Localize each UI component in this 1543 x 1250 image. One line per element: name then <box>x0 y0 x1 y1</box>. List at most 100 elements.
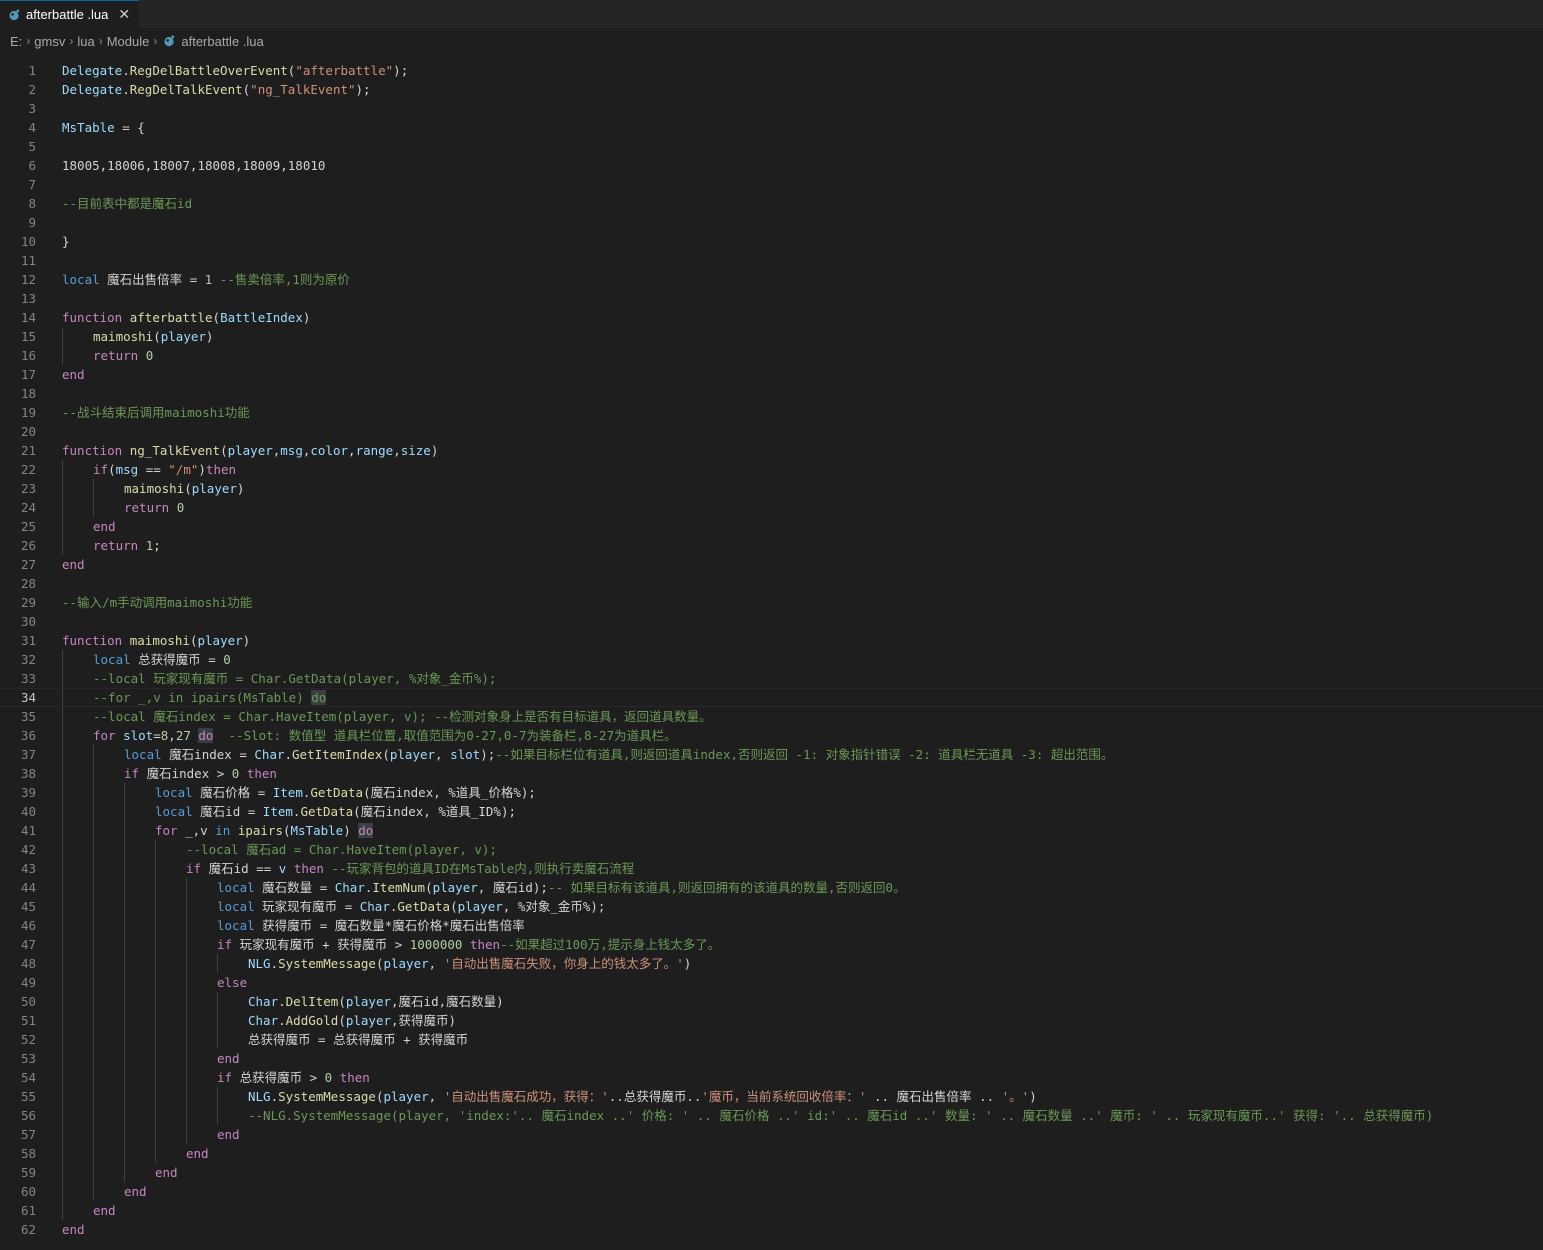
code-line[interactable]: 6 18005,18006,18007,18008,18009,18010 <box>0 156 1543 175</box>
code-line[interactable]: 16 return 0 <box>0 346 1543 365</box>
line-number: 37 <box>20 747 36 762</box>
code-line[interactable]: 46 local 获得魔币 = 魔石数量*魔石价格*魔石出售倍率 <box>0 916 1543 935</box>
code-line[interactable]: 57 end <box>0 1125 1543 1144</box>
code-line[interactable]: 3 <box>0 99 1543 118</box>
close-icon[interactable]: ✕ <box>118 6 130 23</box>
code-line[interactable]: 58 end <box>0 1144 1543 1163</box>
line-number: 55 <box>20 1089 36 1104</box>
code-line[interactable]: 7 <box>0 175 1543 194</box>
code-line[interactable]: 37 local 魔石index = Char.GetItemIndex(play… <box>0 745 1543 764</box>
code-line[interactable]: 30 <box>0 612 1543 631</box>
code-line[interactable]: 11 <box>0 251 1543 270</box>
code-line[interactable]: 55 NLG.SystemMessage(player, '自动出售魔石成功，获得… <box>0 1087 1543 1106</box>
code-line[interactable]: 12 local 魔石出售倍率 = 1 --售卖倍率,1则为原价 <box>0 270 1543 289</box>
code-line[interactable]: 50 Char.DelItem(player,魔石id,魔石数量) <box>0 992 1543 1011</box>
code-line[interactable]: 41 for _,v in ipairs(MsTable) do <box>0 821 1543 840</box>
code-line[interactable]: 60 end <box>0 1182 1543 1201</box>
code-line[interactable]: 56 --NLG.SystemMessage(player, 'index:'..… <box>0 1106 1543 1125</box>
code-line[interactable]: 5 <box>0 137 1543 156</box>
code-token: player <box>227 443 273 458</box>
code-line[interactable]: 36 for slot=8,27 do --Slot: 数值型 道具栏位置,取值范… <box>0 726 1543 745</box>
code-line[interactable]: 51 Char.AddGold(player,获得魔币) <box>0 1011 1543 1030</box>
code-line[interactable]: 20 <box>0 422 1543 441</box>
code-line[interactable]: 35 --local 魔石index = Char.HaveItem(player… <box>0 707 1543 726</box>
code-line[interactable]: 33 --local 玩家现有魔币 = Char.GetData(player, … <box>0 669 1543 688</box>
code-editor[interactable]: 1 Delegate.RegDelBattleOverEvent("afterba… <box>0 52 1543 1250</box>
code-line[interactable]: 1 Delegate.RegDelBattleOverEvent("afterba… <box>0 61 1543 80</box>
code-line[interactable]: 10} <box>0 232 1543 251</box>
code-text: NLG.SystemMessage(player, '自动出售魔石成功，获得：'… <box>248 1087 1037 1106</box>
code-line[interactable]: 31 function maimoshi(player) <box>0 631 1543 650</box>
code-token: ( <box>108 462 116 477</box>
code-token: AddGold <box>285 1013 339 1028</box>
code-token: ) <box>343 823 359 838</box>
code-line[interactable]: 62 end <box>0 1220 1543 1239</box>
code-line[interactable]: 22 if(msg == "/m")then <box>0 460 1543 479</box>
code-line[interactable]: 34 --for _,v in ipairs(MsTable) do <box>0 688 1543 707</box>
line-number: 57 <box>20 1127 36 1142</box>
code-line[interactable]: 25 end <box>0 517 1543 536</box>
code-line[interactable]: 53 end <box>0 1049 1543 1068</box>
tab-afterbattle[interactable]: afterbattle .lua ✕ <box>0 0 139 28</box>
code-line[interactable]: 61 end <box>0 1201 1543 1220</box>
line-number: 33 <box>20 671 36 686</box>
breadcrumb-item-drive[interactable]: E: <box>10 34 22 49</box>
code-line[interactable]: 19 --战斗结束后调用maimoshi功能 <box>0 403 1543 422</box>
code-line[interactable]: 39 local 魔石价格 = Item.GetData(魔石index, %道具… <box>0 783 1543 802</box>
code-line[interactable]: 28 <box>0 574 1543 593</box>
code-line[interactable]: 40 local 魔石id = Item.GetData(魔石index, %道具… <box>0 802 1543 821</box>
code-text: end <box>217 1125 240 1144</box>
code-token: 魔石index <box>169 747 232 762</box>
code-line[interactable]: 13 <box>0 289 1543 308</box>
code-text: 18005,18006,18007,18008,18009,18010 <box>62 156 325 175</box>
code-line[interactable]: 27 end <box>0 555 1543 574</box>
code-line[interactable]: 48 NLG.SystemMessage(player, '自动出售魔石失败，你身… <box>0 954 1543 973</box>
code-line[interactable]: 26 return 1; <box>0 536 1543 555</box>
code-token: do <box>311 690 327 705</box>
code-line[interactable]: 45 local 玩家现有魔币 = Char.GetData(player, %对… <box>0 897 1543 916</box>
code-line[interactable]: 15 maimoshi(player) <box>0 327 1543 346</box>
code-token: ,获得魔币) <box>391 1013 457 1028</box>
code-line[interactable]: 32 local 总获得魔币 = 0 <box>0 650 1543 669</box>
code-line[interactable]: 21 function ng_TalkEvent(player,msg,color… <box>0 441 1543 460</box>
code-line[interactable]: 49 else <box>0 973 1543 992</box>
line-number: 52 <box>20 1032 36 1047</box>
code-token: } <box>62 234 70 249</box>
code-line[interactable]: 4 MsTable = { <box>0 118 1543 137</box>
code-line[interactable]: 47 if 玩家现有魔币 + 获得魔币 > 1000000 then--如果超过1… <box>0 935 1543 954</box>
line-number: 39 <box>20 785 36 800</box>
code-line[interactable]: 18 <box>0 384 1543 403</box>
code-line[interactable]: 38 if 魔石index > 0 then <box>0 764 1543 783</box>
code-line[interactable]: 54 if 总获得魔币 > 0 then <box>0 1068 1543 1087</box>
code-token: then <box>339 1070 370 1085</box>
code-line[interactable]: 43 if 魔石id == v then --玩家背包的道具ID在MsTable内… <box>0 859 1543 878</box>
code-token: GetData <box>300 804 354 819</box>
breadcrumb-item-file[interactable]: afterbattle .lua <box>181 34 263 49</box>
code-line[interactable]: 2 Delegate.RegDelTalkEvent("ng_TalkEvent"… <box>0 80 1543 99</box>
code-line[interactable]: 52 总获得魔币 = 总获得魔币 + 获得魔币 <box>0 1030 1543 1049</box>
code-line[interactable]: 44 local 魔石数量 = Char.ItemNum(player, 魔石id… <box>0 878 1543 897</box>
code-line[interactable]: 14 function afterbattle(BattleIndex) <box>0 308 1543 327</box>
code-line[interactable]: 23 maimoshi(player) <box>0 479 1543 498</box>
code-line[interactable]: 9 <box>0 213 1543 232</box>
code-line[interactable]: 29 --输入/m手动调用maimoshi功能 <box>0 593 1543 612</box>
line-number: 38 <box>20 766 36 781</box>
code-text: --输入/m手动调用maimoshi功能 <box>62 593 252 612</box>
breadcrumb-item-lua[interactable]: lua <box>77 34 94 49</box>
code-token: . <box>270 1089 279 1104</box>
code-line[interactable]: 42 --local 魔石ad = Char.HaveItem(player, v… <box>0 840 1543 859</box>
code-token: Item <box>272 785 303 800</box>
code-line[interactable]: 8 --目前表中都是魔石id <box>0 194 1543 213</box>
breadcrumb-item-gmsv[interactable]: gmsv <box>34 34 65 49</box>
code-line[interactable]: 17 end <box>0 365 1543 384</box>
code-line[interactable]: 59 end <box>0 1163 1543 1182</box>
code-token: SystemMessage <box>278 1089 376 1104</box>
code-text: else <box>217 973 247 992</box>
breadcrumb-item-module[interactable]: Module <box>107 34 150 49</box>
line-number: 13 <box>20 291 36 306</box>
code-line[interactable]: 24 return 0 <box>0 498 1543 517</box>
code-text: Delegate.RegDelTalkEvent("ng_TalkEvent")… <box>62 80 371 99</box>
code-token: , <box>435 747 451 762</box>
code-token: . <box>284 747 293 762</box>
